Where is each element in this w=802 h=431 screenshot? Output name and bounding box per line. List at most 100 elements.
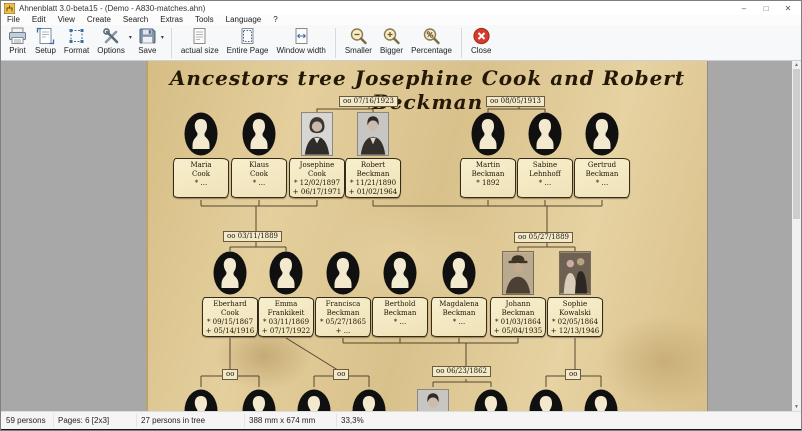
smaller-button[interactable]: Smaller: [341, 26, 376, 56]
person-card-sabine-lehnhoff[interactable]: Sabine Lehnhoff* ...: [517, 112, 573, 198]
bigger-button[interactable]: Bigger: [376, 26, 407, 56]
format-button[interactable]: Format: [60, 26, 93, 56]
silhouette-cameo: [528, 112, 562, 156]
menu-help[interactable]: ?: [267, 15, 283, 25]
title-bar: Ahnenblatt 3.0-beta15 - (Demo - A830-mat…: [1, 1, 801, 15]
options-button[interactable]: Options: [93, 26, 129, 56]
save-dropdown-arrow[interactable]: ▾: [161, 34, 164, 41]
person-card-maria-cook[interactable]: Maria Cook* ...: [173, 112, 229, 198]
print-button[interactable]: Print: [4, 26, 31, 56]
scroll-up-arrow[interactable]: ▲: [792, 61, 801, 69]
person-name: Emma Frankikeit: [260, 300, 312, 318]
window-width-button[interactable]: Window width: [272, 26, 329, 56]
person-name: Klaus Cook: [233, 161, 285, 179]
menu-bar: File Edit View Create Search Extras Tool…: [1, 15, 801, 25]
person-name: Martin Beckman: [462, 161, 514, 179]
close-label: Close: [471, 46, 491, 55]
toolbar-separator: [335, 28, 336, 58]
marriage-label: oo: [565, 369, 581, 380]
zoom-percentage-icon: [422, 27, 441, 45]
marriage-label: oo 03/11/1889: [223, 231, 282, 242]
person-birth: * 1892: [462, 179, 514, 188]
silhouette-cameo: [529, 389, 563, 411]
print-label: Print: [9, 46, 25, 55]
marriage-label: oo 06/23/1862: [432, 366, 491, 377]
person-card-gertrud-beckman[interactable]: Gertrud Beckman* ...: [574, 112, 630, 198]
person-death: + 12/13/1946: [549, 327, 601, 336]
menu-create[interactable]: Create: [81, 15, 117, 25]
person-name: Josephine Cook: [291, 161, 343, 179]
person-card-martin-beckman[interactable]: Martin Beckman* 1892: [460, 112, 516, 198]
person-birth: * ...: [175, 179, 227, 188]
person-card-eberhard-cook[interactable]: Eberhard Cook* 09/15/1867+ 05/14/1916: [202, 251, 258, 337]
person-birth: * 01/03/1864: [492, 318, 544, 327]
silhouette-cameo: [352, 389, 386, 411]
menu-extras[interactable]: Extras: [154, 15, 189, 25]
window-width-label: Window width: [276, 46, 325, 55]
person-birth: * 03/11/1869: [260, 318, 312, 327]
person-name: Eberhard Cook: [204, 300, 256, 318]
preview-area: Ancestors tree Josephine Cook and Robert…: [1, 61, 801, 411]
menu-tools[interactable]: Tools: [189, 15, 220, 25]
menu-file[interactable]: File: [1, 15, 26, 25]
person-card-josephine-cook[interactable]: Josephine Cook* 12/02/1897+ 06/17/1971: [289, 112, 345, 198]
person-death: + 05/14/1916: [204, 327, 256, 336]
person-card-berthold-beckman[interactable]: Berthold Beckman* ...: [372, 251, 428, 337]
menu-view[interactable]: View: [52, 15, 81, 25]
menu-language[interactable]: Language: [220, 15, 268, 25]
options-dropdown-arrow[interactable]: ▾: [129, 34, 132, 41]
person-death: + 07/17/1922: [260, 327, 312, 336]
person-card-magdalena-beckman[interactable]: Magdalena Beckman* ...: [431, 251, 487, 337]
person-death: + 05/04/1935: [492, 327, 544, 336]
person-birth: * ...: [576, 179, 628, 188]
silhouette-cameo: [326, 251, 360, 295]
status-dimensions: 388 mm x 674 mm: [249, 416, 315, 425]
person-card-klaus-cook[interactable]: Klaus Cook* ...: [231, 112, 287, 198]
person-card-robert-beckman[interactable]: Robert Beckman* 11/21/1890+ 01/02/1964: [345, 112, 401, 198]
status-separator: [136, 414, 137, 427]
scroll-down-arrow[interactable]: ▼: [792, 403, 801, 411]
actual-size-button[interactable]: actual size: [177, 26, 223, 56]
save-button[interactable]: Save: [134, 26, 161, 56]
vertical-scrollbar[interactable]: ▲ ▼: [792, 61, 801, 411]
person-name: Robert Beckman: [347, 161, 399, 179]
entire-page-button[interactable]: Entire Page: [223, 26, 273, 56]
zoom-in-icon: [382, 27, 401, 45]
person-birth: * ...: [433, 318, 485, 327]
maximize-button[interactable]: □: [755, 1, 777, 15]
silhouette-cameo: [584, 389, 618, 411]
entire-page-label: Entire Page: [227, 46, 269, 55]
person-card-emma-frankikeit[interactable]: Emma Frankikeit* 03/11/1869+ 07/17/1922: [258, 251, 314, 337]
person-card-francisca-beckman[interactable]: Francisca Beckman* 05/27/1865+ ...: [315, 251, 371, 337]
tree-preview-page[interactable]: Ancestors tree Josephine Cook and Robert…: [146, 61, 708, 411]
person-card-johann-beckman[interactable]: Johann Beckman* 01/03/1864+ 05/04/1935: [490, 251, 546, 337]
toolbar-separator: [171, 28, 172, 58]
minimize-button[interactable]: –: [733, 1, 755, 15]
person-death: + ...: [317, 327, 369, 336]
person-name: Gertrud Beckman: [576, 161, 628, 179]
status-zoom-level: 33,3%: [341, 416, 364, 425]
close-window-button[interactable]: ✕: [777, 1, 799, 15]
person-card-sophie-kowalski[interactable]: Sophie Kowalski* 02/05/1864+ 12/13/1946: [547, 251, 603, 337]
person-name: Berthold Beckman: [374, 300, 426, 318]
portrait-photo: [559, 251, 591, 295]
setup-button[interactable]: Setup: [31, 26, 60, 56]
menu-edit[interactable]: Edit: [26, 15, 52, 25]
scrollbar-thumb[interactable]: [793, 69, 800, 219]
bigger-label: Bigger: [380, 46, 403, 55]
portrait-photo: [301, 112, 333, 156]
status-separator: [244, 414, 245, 427]
status-pages: Pages: 6 [2x3]: [58, 416, 109, 425]
silhouette-cameo: [383, 251, 417, 295]
percentage-button[interactable]: Percentage: [407, 26, 456, 56]
status-persons-count: 59 persons: [6, 416, 46, 425]
silhouette-cameo: [269, 251, 303, 295]
silhouette-cameo: [184, 389, 218, 411]
save-icon: [138, 27, 157, 45]
menu-search[interactable]: Search: [117, 15, 154, 25]
window-width-icon: [292, 27, 311, 45]
smaller-label: Smaller: [345, 46, 372, 55]
tools-icon: [102, 27, 121, 45]
close-preview-button[interactable]: Close: [467, 26, 495, 56]
portrait-photo: [417, 389, 449, 411]
